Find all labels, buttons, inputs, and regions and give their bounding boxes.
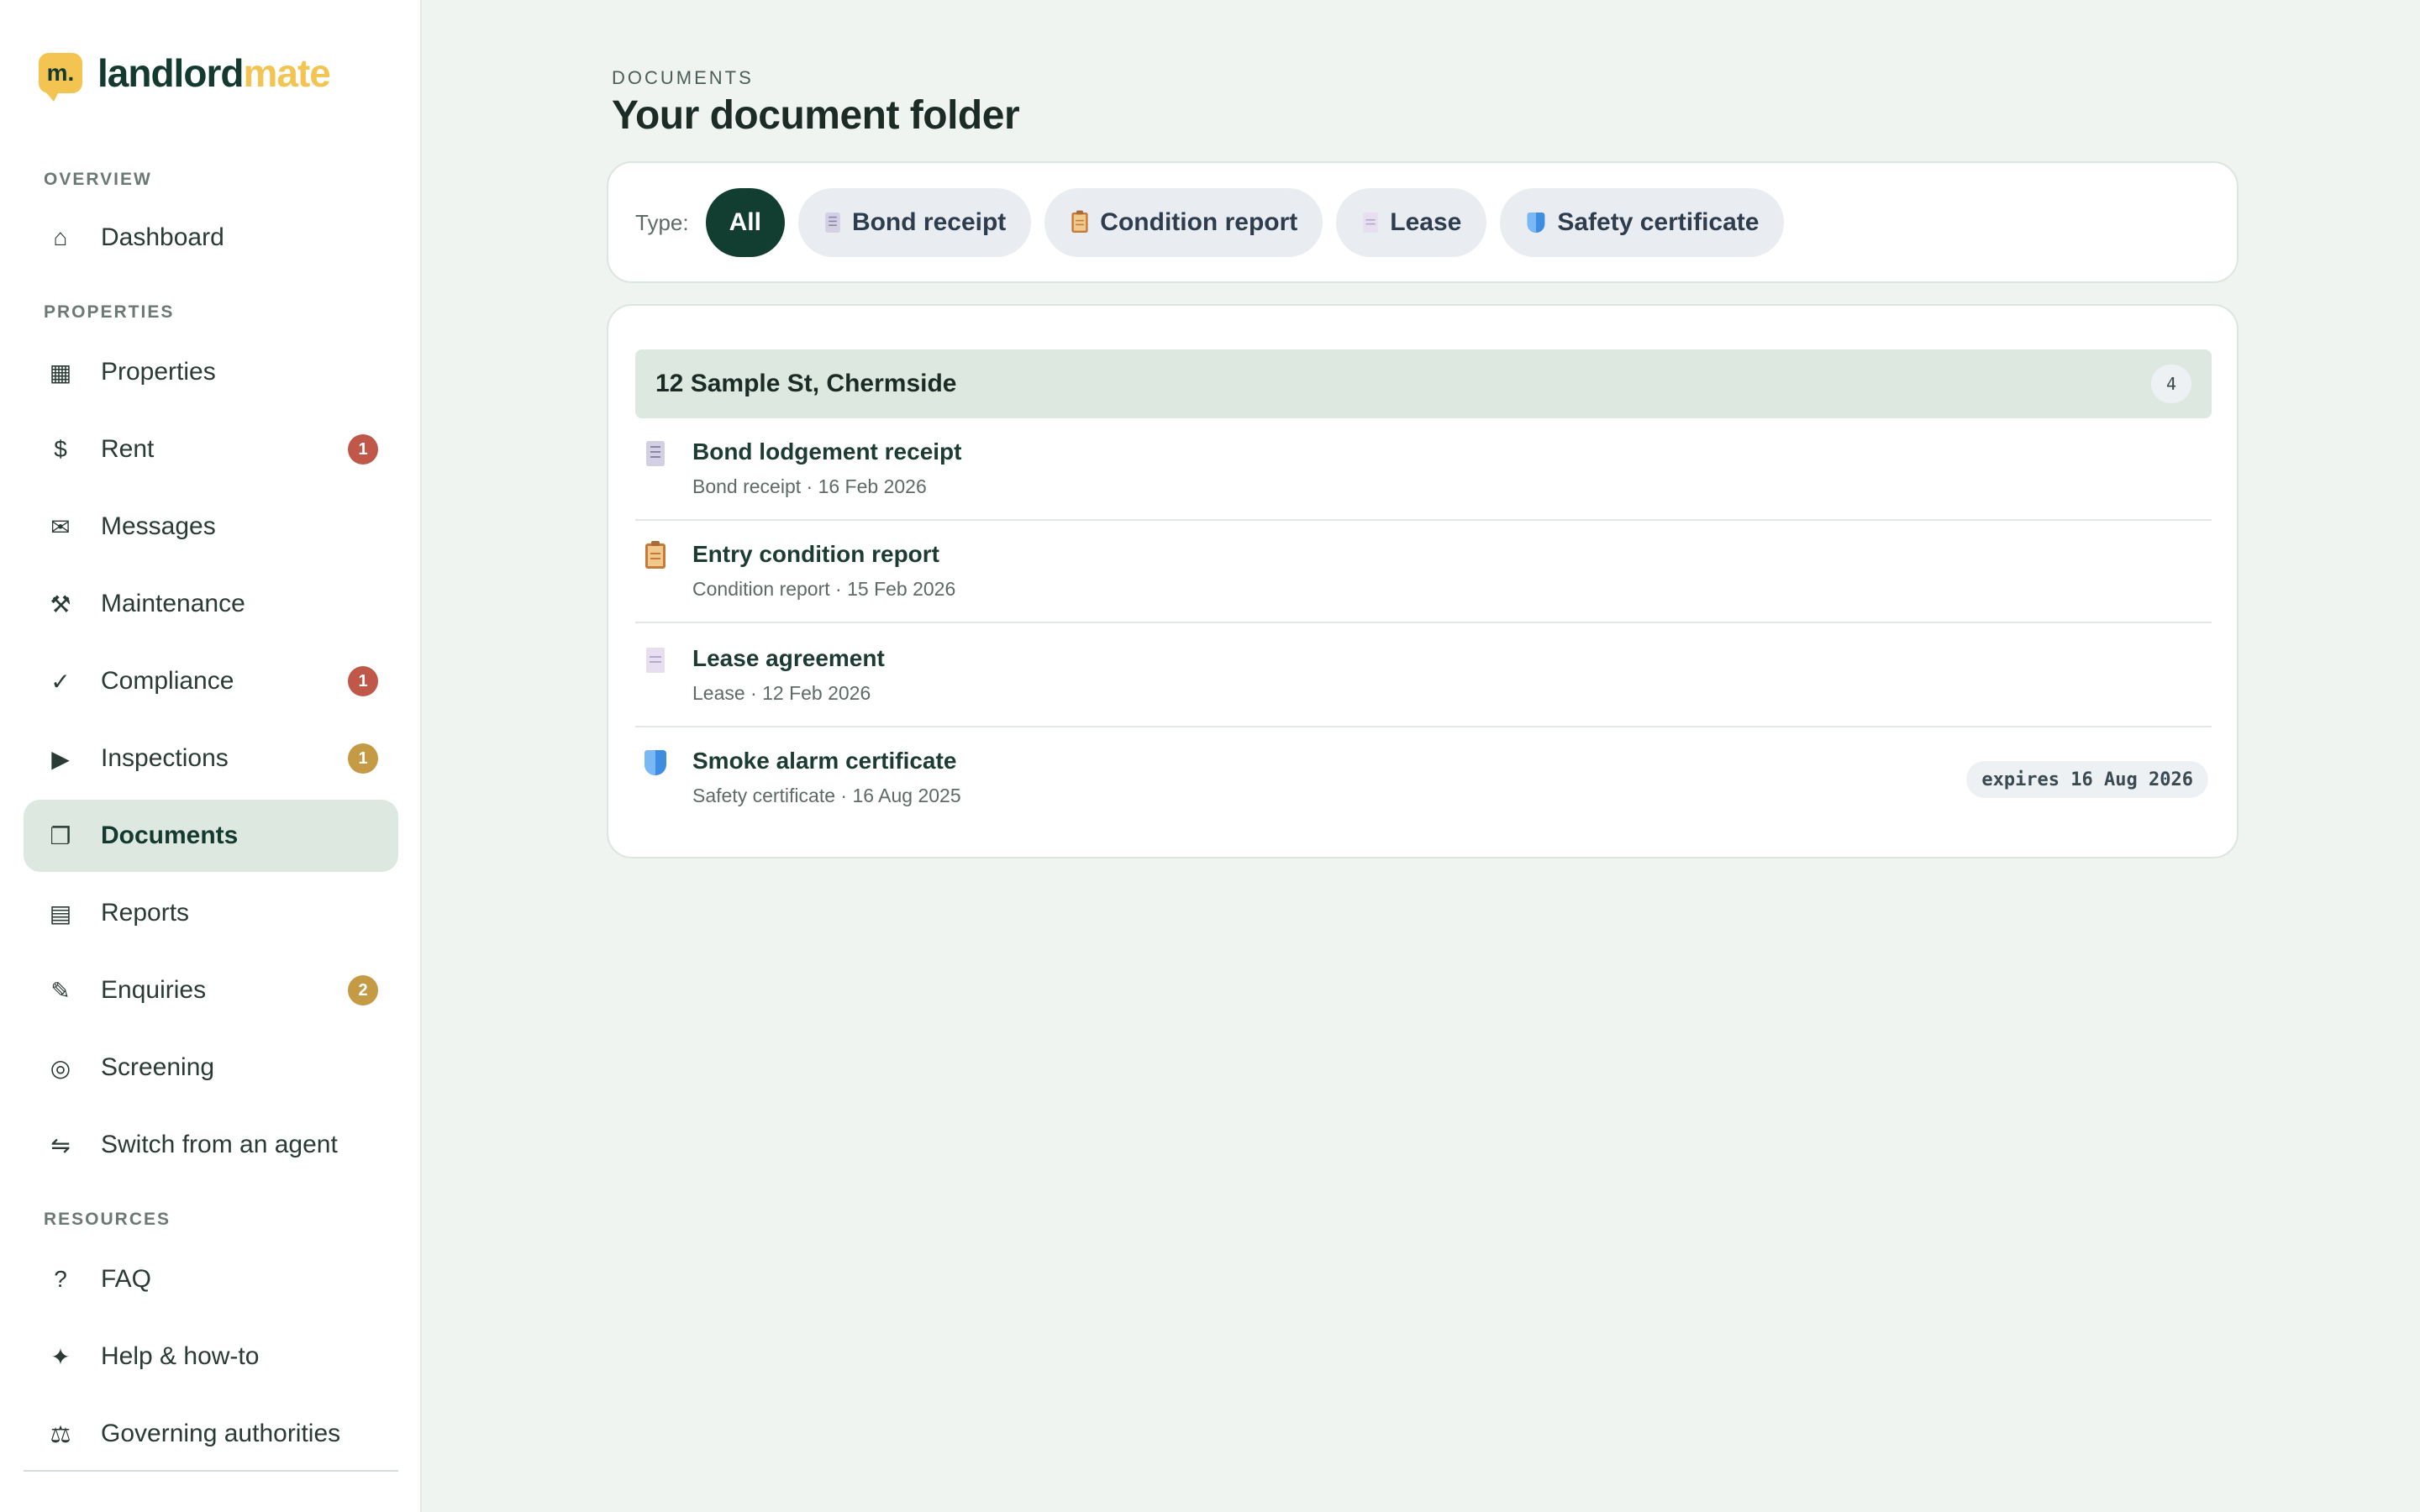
sidebar-item-label: Enquiries (101, 976, 207, 1004)
sidebar-item-label: Documents (101, 822, 239, 849)
clipboard-icon (1071, 210, 1088, 233)
sidebar-item-screening[interactable]: ◎ Screening (24, 1032, 398, 1104)
sidebar-divider (24, 1470, 398, 1472)
sidebar-item-inspections[interactable]: ▶ Inspections 1 (24, 722, 398, 795)
chip-label: Condition report (1100, 208, 1298, 236)
brand-logo[interactable]: m. landlordmate (39, 49, 331, 102)
report-icon: ▤ (49, 900, 72, 927)
sidebar-item-dashboard[interactable]: ⌂ Dashboard (24, 202, 398, 274)
notification-badge: 1 (348, 434, 378, 465)
check-icon: ✓ (50, 668, 71, 695)
document-meta: Bond receipt · 16 Feb 2026 (692, 475, 927, 497)
sidebar-item-label: Screening (101, 1053, 215, 1081)
shield-icon (1527, 213, 1545, 233)
pencil-icon: ✎ (50, 977, 71, 1004)
question-icon: ? (54, 1266, 67, 1292)
section-label-properties: PROPERTIES (44, 302, 175, 322)
document-row[interactable]: Smoke alarm certificate Safety certifica… (635, 727, 2212, 830)
filter-chip-all[interactable]: All (705, 188, 785, 257)
sidebar-item-maintenance[interactable]: ⚒ Maintenance (24, 568, 398, 640)
sidebar-item-label: Dashboard (101, 223, 224, 251)
sidebar-item-label: Rent (101, 435, 155, 463)
filter-chip-bond-receipt[interactable]: Bond receipt (797, 188, 1032, 257)
document-meta: Lease · 12 Feb 2026 (692, 682, 871, 704)
notification-badge: 2 (348, 975, 378, 1005)
chip-label: Bond receipt (851, 208, 1007, 236)
document-count-badge: 4 (2151, 365, 2191, 403)
brand-name: landlordmate (97, 50, 331, 96)
sidebar-item-label: Help & how-to (101, 1342, 260, 1370)
scales-icon: ⚖ (50, 1420, 71, 1447)
sidebar-item-label: FAQ (101, 1265, 152, 1293)
expiry-badge: expires 16 Aug 2026 (1966, 761, 2208, 798)
sidebar-item-label: Switch from an agent (101, 1131, 338, 1158)
sidebar-item-messages[interactable]: ✉ Messages (24, 491, 398, 563)
sparkle-icon: ✦ (50, 1343, 71, 1370)
sidebar-item-label: Maintenance (101, 590, 245, 617)
brand-name-part-1: landlord (97, 51, 244, 95)
sidebar-item-compliance[interactable]: ✓ Compliance 1 (24, 645, 398, 717)
chip-label: Lease (1390, 208, 1462, 236)
notification-badge: 1 (348, 666, 378, 696)
dollar-icon: $ (54, 436, 67, 462)
chip-label: Safety certificate (1557, 208, 1760, 236)
document-title: Lease agreement (692, 645, 885, 671)
folder-icon: ❐ (50, 822, 71, 849)
sidebar-item-label: Inspections (101, 744, 229, 772)
clipboard-icon (642, 541, 669, 571)
section-label-resources: RESOURCES (44, 1210, 171, 1229)
sidebar-item-enquiries[interactable]: ✎ Enquiries 2 (24, 954, 398, 1026)
page-title: Your document folder (612, 93, 1020, 138)
logo-mark-icon: m. (39, 53, 82, 102)
hammer-icon: ⚒ (50, 591, 71, 617)
document-list-card: 12 Sample St, Chermside 4 Bond lodgement… (607, 304, 2238, 858)
document-title: Bond lodgement receipt (692, 438, 962, 465)
type-filter-label: Type: (635, 209, 689, 235)
document-meta: Safety certificate · 16 Aug 2025 (692, 785, 961, 806)
sidebar: m. landlordmate OVERVIEW ⌂ Dashboard PRO… (0, 0, 422, 1512)
sidebar-item-faq[interactable]: ? FAQ (24, 1243, 398, 1315)
document-meta: Condition report · 15 Feb 2026 (692, 578, 956, 600)
sidebar-item-label: Messages (101, 512, 216, 540)
building-icon: ▦ (49, 359, 72, 386)
sidebar-item-label: Properties (101, 358, 216, 386)
page-icon (1363, 213, 1379, 233)
sidebar-item-label: Reports (101, 899, 190, 927)
sidebar-item-properties[interactable]: ▦ Properties (24, 336, 398, 408)
notification-badge: 1 (348, 743, 378, 774)
page-icon (642, 645, 669, 675)
filter-chip-condition-report[interactable]: Condition report (1044, 188, 1323, 257)
property-group-header[interactable]: 12 Sample St, Chermside 4 (635, 349, 2212, 418)
document-row[interactable]: Entry condition report Condition report … (635, 521, 2212, 623)
mail-icon: ✉ (50, 513, 71, 540)
document-title: Entry condition report (692, 541, 939, 567)
page-eyebrow: DOCUMENTS (612, 67, 754, 88)
brand-name-part-2: mate (243, 51, 330, 95)
sidebar-item-label: Compliance (101, 667, 234, 695)
sidebar-item-governing-authorities[interactable]: ⚖ Governing authorities (24, 1398, 398, 1470)
section-label-overview: OVERVIEW (44, 170, 152, 189)
sidebar-item-documents[interactable]: ❐ Documents (24, 800, 398, 872)
property-address: 12 Sample St, Chermside (655, 370, 957, 397)
home-icon: ⌂ (53, 224, 68, 250)
receipt-icon (825, 213, 840, 233)
swap-icon: ⇋ (50, 1131, 71, 1158)
chip-label: All (729, 208, 761, 236)
filter-chip-safety-certificate[interactable]: Safety certificate (1500, 188, 1785, 257)
target-icon: ◎ (50, 1054, 71, 1081)
filter-chip-lease[interactable]: Lease (1336, 188, 1487, 257)
document-row[interactable]: Lease agreement Lease · 12 Feb 2026 (635, 625, 2212, 727)
sidebar-item-help[interactable]: ✦ Help & how-to (24, 1320, 398, 1393)
sidebar-item-rent[interactable]: $ Rent 1 (24, 413, 398, 486)
filter-card: Type: All Bond receipt Condition report … (607, 161, 2238, 283)
play-icon: ▶ (51, 745, 70, 772)
receipt-icon (642, 438, 669, 469)
sidebar-item-switch-agent[interactable]: ⇋ Switch from an agent (24, 1109, 398, 1181)
type-filter-bar: Type: All Bond receipt Condition report … (635, 188, 1797, 257)
document-title: Smoke alarm certificate (692, 748, 957, 774)
sidebar-item-reports[interactable]: ▤ Reports (24, 877, 398, 949)
document-row[interactable]: Bond lodgement receipt Bond receipt · 16… (635, 418, 2212, 521)
sidebar-item-label: Governing authorities (101, 1420, 341, 1447)
shield-icon (642, 748, 669, 778)
